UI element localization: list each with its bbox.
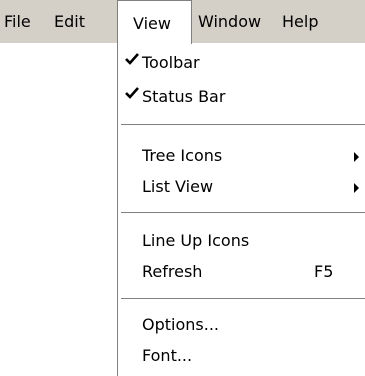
submenu-arrow-icon (354, 183, 359, 193)
menu-view[interactable]: View (117, 0, 192, 44)
menu-item-font[interactable]: Font... (118, 341, 365, 371)
menu-item-label: Options... (142, 315, 219, 334)
menu-item-shortcut: F5 (314, 262, 334, 281)
menu-edit[interactable]: Edit (54, 0, 85, 43)
menu-item-label: Line Up Icons (142, 231, 250, 250)
menu-item-list-view[interactable]: List View (118, 172, 365, 202)
menu-item-refresh[interactable]: Refresh F5 (118, 257, 365, 287)
menu-item-label: Refresh (142, 262, 203, 281)
menu-separator (121, 298, 365, 300)
view-menu-dropdown: Toolbar Status Bar Tree Icons List View … (117, 43, 365, 376)
menu-help[interactable]: Help (282, 0, 318, 43)
menu-item-tree-icons[interactable]: Tree Icons (118, 141, 365, 171)
menu-item-label: Font... (142, 346, 193, 365)
menu-item-line-up-icons[interactable]: Line Up Icons (118, 226, 365, 256)
menu-item-label: Status Bar (142, 87, 226, 106)
menu-separator (121, 124, 365, 126)
menu-item-label: List View (142, 177, 214, 196)
menu-item-toolbar[interactable]: Toolbar (118, 48, 365, 78)
checkmark-icon (125, 53, 139, 65)
menu-item-label: Tree Icons (142, 146, 223, 165)
menu-bar: File Edit View Window Help (0, 0, 365, 44)
checkmark-icon (125, 87, 139, 99)
menu-item-options[interactable]: Options... (118, 310, 365, 340)
menu-item-status-bar[interactable]: Status Bar (118, 82, 365, 112)
menu-file[interactable]: File (4, 0, 31, 43)
menu-item-label: Toolbar (142, 53, 200, 72)
menu-window[interactable]: Window (198, 0, 261, 43)
menu-view-label: View (133, 14, 171, 33)
submenu-arrow-icon (354, 152, 359, 162)
menu-separator (121, 212, 365, 214)
